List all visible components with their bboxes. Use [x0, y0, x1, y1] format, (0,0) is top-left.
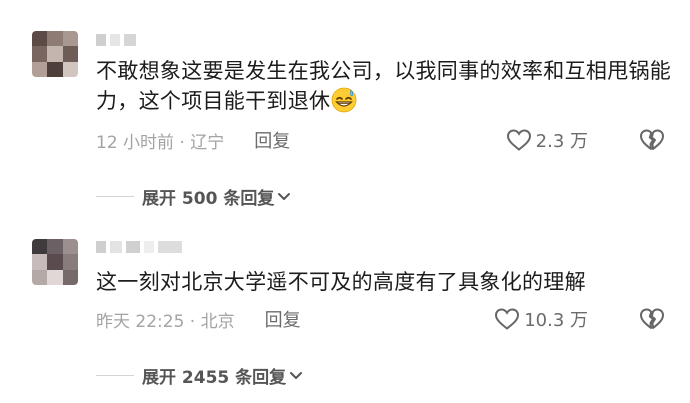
expand-divider: [96, 374, 134, 376]
expand-replies-label: 展开 500 条回复: [142, 188, 275, 209]
comment-item: 不敢想象这要是发生在我公司，以我同事的效率和互相甩锅能力，这个项目能干到退休 1…: [0, 0, 690, 215]
reply-button[interactable]: 回复: [265, 306, 301, 332]
heart-outline-icon: [495, 308, 520, 330]
expand-replies-label: 展开 2455 条回复: [142, 367, 287, 388]
comment-meta: 12 小时前 · 辽宁 回复 2.3 万: [96, 127, 666, 153]
reply-button[interactable]: 回复: [254, 127, 290, 153]
chevron-down-icon: [277, 189, 291, 203]
like-count: 10.3 万: [524, 310, 588, 331]
username-blurred[interactable]: [96, 33, 136, 47]
comment-text-content: 这一刻对北京大学遥不可及的高度有了具象化的理解: [96, 270, 586, 294]
username-blurred[interactable]: [96, 240, 182, 254]
comment-text: 不敢想象这要是发生在我公司，以我同事的效率和互相甩锅能力，这个项目能干到退休: [96, 56, 676, 116]
expand-divider: [96, 195, 134, 197]
broken-heart-icon: [640, 129, 664, 150]
heart-outline-icon: [506, 129, 531, 151]
like-button[interactable]: 10.3 万: [494, 306, 588, 332]
like-count: 2.3 万: [535, 131, 588, 152]
comment-meta: 昨天 22:25 · 北京 回复 10.3 万: [96, 306, 666, 332]
comment-list: 不敢想象这要是发生在我公司，以我同事的效率和互相甩锅能力，这个项目能干到退休 1…: [0, 0, 690, 403]
dislike-button[interactable]: [638, 306, 666, 332]
like-button[interactable]: 2.3 万: [506, 127, 588, 153]
comment-item: 这一刻对北京大学遥不可及的高度有了具象化的理解 昨天 22:25 · 北京 回复…: [0, 215, 690, 403]
comment-text-content: 不敢想象这要是发生在我公司，以我同事的效率和互相甩锅能力，这个项目能干到退休: [96, 59, 672, 113]
grinning-sweat-emoji: [331, 87, 357, 113]
comment-text: 这一刻对北京大学遥不可及的高度有了具象化的理解: [96, 267, 676, 297]
dislike-button[interactable]: [638, 127, 666, 153]
avatar[interactable]: [32, 31, 78, 77]
chevron-down-icon: [289, 368, 303, 382]
broken-heart-icon: [640, 308, 664, 329]
time-location: 昨天 22:25 · 北京: [96, 311, 235, 332]
avatar[interactable]: [32, 239, 78, 285]
time-location: 12 小时前 · 辽宁: [96, 132, 225, 153]
expand-replies-button[interactable]: 展开 2455 条回复: [96, 363, 303, 388]
expand-replies-button[interactable]: 展开 500 条回复: [96, 184, 291, 209]
